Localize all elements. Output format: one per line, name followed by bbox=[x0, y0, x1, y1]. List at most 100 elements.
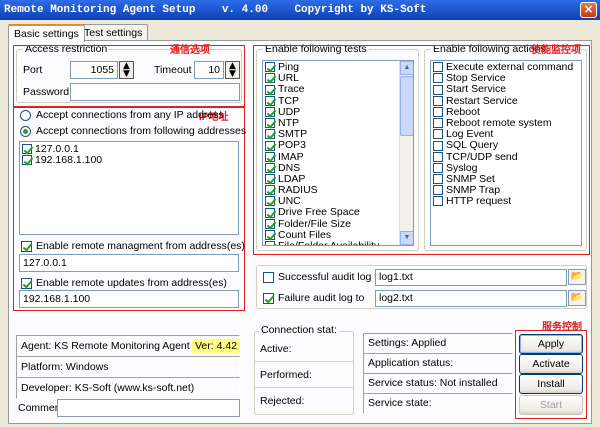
any-ip-radio[interactable] bbox=[20, 109, 31, 121]
close-button[interactable]: × bbox=[580, 2, 597, 18]
apply-button[interactable]: Apply bbox=[519, 334, 583, 354]
folder-open-icon: 📂 bbox=[570, 271, 584, 282]
following-radio[interactable] bbox=[20, 125, 31, 137]
actions-checkbox[interactable] bbox=[433, 140, 443, 151]
tests-checkbox[interactable] bbox=[265, 95, 275, 106]
updates-address-field[interactable]: 192.168.1.100 bbox=[19, 290, 239, 308]
tests-checkbox[interactable] bbox=[265, 230, 275, 241]
folder-open-icon: 📂 bbox=[570, 292, 584, 303]
mgmt-checkbox[interactable] bbox=[21, 240, 32, 252]
developer-field: Developer: KS-Soft (www.ks-soft.net) bbox=[16, 377, 240, 399]
actions-checkbox[interactable] bbox=[433, 162, 443, 173]
tab-basic-settings[interactable]: Basic settings bbox=[8, 24, 85, 42]
tests-checkbox[interactable] bbox=[265, 106, 275, 117]
password-label: Password bbox=[23, 86, 70, 98]
enable-mgmt-option[interactable]: Enable remote managment from address(es) bbox=[21, 240, 245, 252]
tests-checkbox[interactable] bbox=[265, 62, 275, 73]
access-restriction-title: Access restriction bbox=[23, 43, 110, 55]
tests-checkbox[interactable] bbox=[265, 140, 275, 151]
actions-checkbox[interactable] bbox=[433, 174, 443, 185]
password-field[interactable] bbox=[70, 83, 240, 101]
activate-button[interactable]: Activate bbox=[519, 354, 583, 374]
actions-checkbox[interactable] bbox=[433, 95, 443, 106]
actions-checkbox[interactable] bbox=[433, 129, 443, 140]
updates-label: Enable remote updates from address(es) bbox=[36, 277, 227, 289]
success-audit-label: Successful audit log to bbox=[278, 271, 384, 283]
window-title: Remote Monitoring Agent Setup v. 4.00 Co… bbox=[0, 0, 600, 20]
browse-success-log-button[interactable]: 📂 bbox=[568, 269, 586, 285]
failure-audit-label: Failure audit log to bbox=[278, 292, 365, 304]
tests-checkbox[interactable] bbox=[265, 84, 275, 95]
actions-checkbox[interactable] bbox=[433, 73, 443, 84]
tests-list[interactable]: Ping URL Trace TCP UDP NTP SMTP POP3 IMAP DNS LDAP… bbox=[262, 60, 414, 246]
failure-log-file-field[interactable]: log2.txt bbox=[375, 290, 567, 307]
actions-checkbox[interactable] bbox=[433, 106, 443, 117]
tests-checkbox[interactable] bbox=[265, 196, 275, 207]
any-ip-label: Accept connections from any IP address bbox=[36, 109, 224, 121]
actions-checkbox[interactable] bbox=[433, 84, 443, 95]
accept-following-option[interactable]: Accept connections from following addres… bbox=[20, 125, 246, 137]
actions-checkbox[interactable] bbox=[433, 185, 443, 196]
actions-checkbox[interactable] bbox=[433, 118, 443, 129]
success-audit-checkbox[interactable] bbox=[263, 271, 274, 283]
tests-checkbox[interactable] bbox=[265, 174, 275, 185]
start-button[interactable]: Start bbox=[519, 395, 583, 415]
tests-checkbox[interactable] bbox=[265, 241, 275, 245]
service-state-field: Service state: bbox=[363, 393, 513, 414]
list-item[interactable]: HTTP request bbox=[431, 196, 581, 207]
app-window: Remote Monitoring Agent Setup v. 4.00 Co… bbox=[0, 0, 600, 427]
failure-audit-option[interactable]: Failure audit log to bbox=[263, 292, 364, 304]
tests-checkbox[interactable] bbox=[265, 129, 275, 140]
active-label: Active: bbox=[260, 343, 292, 355]
tests-checkbox[interactable] bbox=[265, 218, 275, 229]
tab-test-settings[interactable]: Test settings bbox=[78, 24, 149, 41]
tests-group: Enable following tests Ping URL Trace TCP UD… bbox=[256, 43, 419, 251]
updates-checkbox[interactable] bbox=[21, 277, 32, 289]
tests-checkbox[interactable] bbox=[265, 185, 275, 196]
list-item[interactable]: 192.168.1.100 bbox=[20, 155, 238, 166]
address-checkbox[interactable] bbox=[22, 155, 32, 166]
mgmt-label: Enable remote managment from address(es) bbox=[36, 240, 245, 252]
timeout-label: Timeout bbox=[154, 64, 192, 76]
address-list[interactable]: 127.0.0.1 192.168.1.100 bbox=[19, 141, 239, 235]
failure-audit-checkbox[interactable] bbox=[263, 292, 274, 304]
access-restriction-group: Access restriction Port 1055 ▲ ▼ Timeout … bbox=[16, 43, 242, 103]
performed-label: Performed: bbox=[260, 369, 312, 381]
service-control-annotation: 服务控制 bbox=[542, 322, 582, 333]
tests-checkbox[interactable] bbox=[265, 162, 275, 173]
port-label: Port bbox=[23, 64, 43, 76]
actions-checkbox[interactable] bbox=[433, 151, 443, 162]
application-status-field: Application status: bbox=[363, 353, 513, 374]
comment-field[interactable] bbox=[57, 399, 240, 417]
browse-failure-log-button[interactable]: 📂 bbox=[568, 290, 586, 306]
scroll-up-icon[interactable]: ▲ bbox=[400, 61, 413, 75]
list-item[interactable]: File/Folder Availability bbox=[263, 241, 413, 245]
success-log-file-field[interactable]: log1.txt bbox=[375, 269, 567, 286]
audit-group: Successful audit log to log1.txt 📂 Failu… bbox=[256, 265, 587, 309]
rejected-label: Rejected: bbox=[260, 395, 305, 407]
timeout-field[interactable]: 10 bbox=[194, 61, 224, 79]
actions-list[interactable]: Execute external command Stop Service Star… bbox=[430, 60, 582, 246]
timeout-spinner[interactable]: ▲ ▼ bbox=[225, 61, 240, 79]
port-spinner[interactable]: ▲ ▼ bbox=[119, 61, 134, 79]
tests-checkbox[interactable] bbox=[265, 151, 275, 162]
address-checkbox[interactable] bbox=[22, 144, 32, 155]
tests-checkbox[interactable] bbox=[265, 207, 275, 218]
actions-checkbox[interactable] bbox=[433, 196, 443, 207]
scroll-thumb[interactable] bbox=[400, 76, 413, 136]
success-audit-option[interactable]: Successful audit log to bbox=[263, 271, 383, 283]
tests-checkbox[interactable] bbox=[265, 73, 275, 84]
version-badge: Ver: 4.42 bbox=[192, 339, 241, 353]
accept-any-ip-option[interactable]: Accept connections from any IP address bbox=[20, 109, 224, 121]
actions-checkbox[interactable] bbox=[433, 62, 443, 73]
tests-scrollbar[interactable]: ▲ ▼ bbox=[399, 61, 413, 245]
tests-checkbox[interactable] bbox=[265, 118, 275, 129]
tests-title: Enable following tests bbox=[263, 43, 369, 55]
install-button[interactable]: Install bbox=[519, 374, 583, 394]
following-label: Accept connections from following addres… bbox=[36, 125, 247, 137]
scroll-down-icon[interactable]: ▼ bbox=[400, 231, 413, 245]
comm-options-annotation: 通信选项 bbox=[170, 45, 210, 56]
enable-updates-option[interactable]: Enable remote updates from address(es) bbox=[21, 277, 227, 289]
mgmt-address-field[interactable]: 127.0.0.1 bbox=[19, 254, 239, 272]
port-field[interactable]: 1055 bbox=[70, 61, 118, 79]
